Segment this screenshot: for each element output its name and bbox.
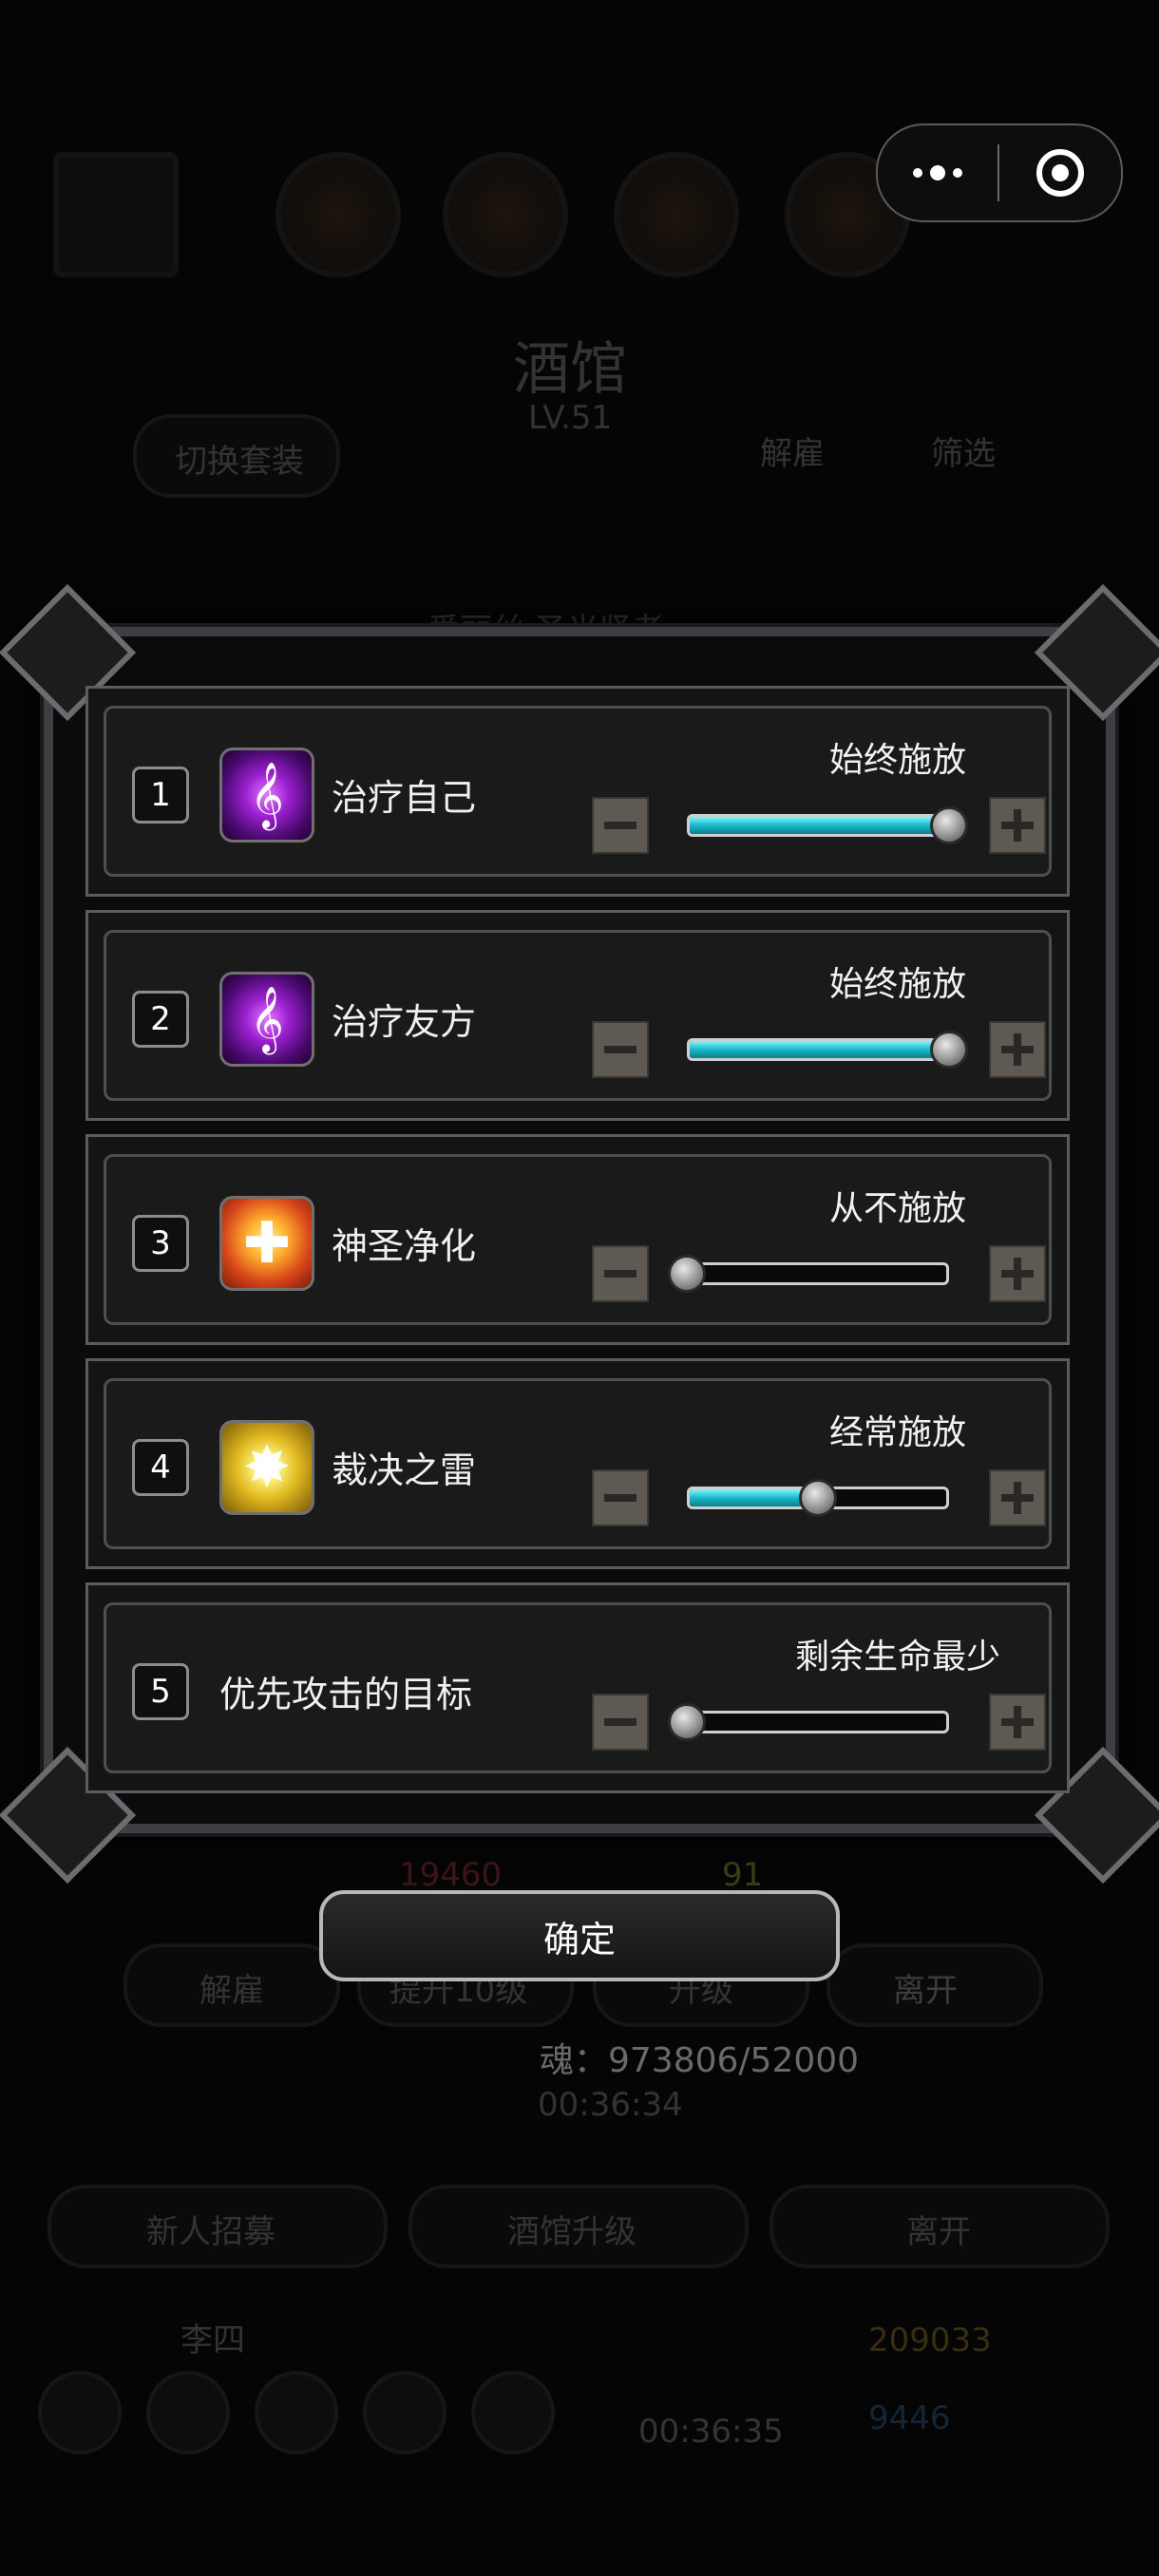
menu-icon-5 [471, 2371, 555, 2454]
plus-icon-v [1014, 1482, 1021, 1514]
slider-knob[interactable] [930, 806, 968, 844]
decrease-button[interactable] [592, 1469, 649, 1526]
skill-name: 优先攻击的目标 [219, 1674, 473, 1715]
equip-slot-1 [276, 152, 401, 277]
bg-dismiss-button: 解雇 [124, 1943, 340, 2027]
minus-icon [604, 822, 636, 829]
skill-row: 5 优先攻击的目标 剩余生命最少 [86, 1582, 1070, 1793]
holy-purify-icon: ✚ [219, 1196, 314, 1291]
dismiss-tab: 解雇 [760, 435, 825, 473]
decrease-button[interactable] [592, 1021, 649, 1078]
bg-timer-2: 00:36:35 [638, 2413, 784, 2451]
equip-slot-3 [614, 152, 739, 277]
decrease-button[interactable] [592, 1245, 649, 1302]
menu-icon-3 [255, 2371, 338, 2454]
soul-counter: 魂：973806/52000 [540, 2041, 860, 2080]
increase-button[interactable] [989, 1245, 1046, 1302]
plus-icon-v [1014, 1706, 1021, 1738]
decrease-button[interactable] [592, 1694, 649, 1751]
slider-fill [690, 817, 946, 834]
menu-icon-1 [38, 2371, 122, 2454]
tavern-upgrade-button: 酒馆升级 [408, 2185, 749, 2268]
minus-icon [604, 1270, 636, 1278]
confirm-button[interactable]: 确定 [319, 1890, 840, 1981]
equip-slot-2 [443, 152, 568, 277]
slider-knob[interactable] [668, 1703, 706, 1741]
slider-knob[interactable] [930, 1031, 968, 1069]
minus-icon [604, 1494, 636, 1502]
cast-mode-label: 从不施放 [828, 1189, 966, 1228]
hero-portrait [53, 152, 179, 277]
hero-level: LV.51 [528, 399, 613, 437]
skill-row: 1 𝄞 治疗自己 始终施放 [86, 686, 1070, 897]
slider-fill [690, 1041, 946, 1058]
cast-mode-label: 剩余生命最少 [794, 1638, 1000, 1676]
priority-number: 5 [132, 1663, 189, 1720]
increase-button[interactable] [989, 797, 1046, 854]
cast-frequency-slider[interactable] [687, 1711, 949, 1733]
priority-number: 4 [132, 1439, 189, 1496]
cast-frequency-slider[interactable] [687, 1038, 949, 1061]
cast-mode-label: 始终施放 [828, 965, 966, 1004]
skill-row: 4 ✸ 裁决之雷 经常施放 [86, 1358, 1070, 1569]
skill-rows: 1 𝄞 治疗自己 始终施放 2 𝄞 治疗友方 始终施放 3 ✚ 神圣净化 从不施放 4 ✸ 裁决之雷 经常施放… [86, 686, 1070, 1807]
heal-self-icon: 𝄞 [219, 748, 314, 843]
skill-name: 治疗自己 [332, 777, 477, 819]
cast-mode-label: 始终施放 [828, 741, 966, 780]
minus-icon [604, 1718, 636, 1726]
hero-title: 酒馆 [513, 336, 627, 403]
cast-frequency-slider[interactable] [687, 1262, 949, 1285]
cast-mode-label: 经常施放 [828, 1413, 966, 1452]
priority-number: 3 [132, 1215, 189, 1272]
filter-tab: 筛选 [931, 435, 996, 473]
minus-icon [604, 1046, 636, 1053]
bg-leave-button: 离开 [826, 1943, 1043, 2027]
bg-timer-1: 00:36:34 [538, 2086, 683, 2124]
gold-amount: 209033 [868, 2321, 992, 2359]
increase-button[interactable] [989, 1694, 1046, 1751]
menu-icon-4 [363, 2371, 446, 2454]
switch-set-button: 切换套装 [133, 414, 340, 498]
miniprogram-capsule [876, 123, 1123, 222]
increase-button[interactable] [989, 1469, 1046, 1526]
skill-name: 裁决之雷 [332, 1449, 477, 1491]
skill-row: 3 ✚ 神圣净化 从不施放 [86, 1134, 1070, 1345]
recruit-button: 新人招募 [48, 2185, 388, 2268]
priority-number: 2 [132, 991, 189, 1048]
hp-value: 19460 [399, 1856, 503, 1894]
increase-button[interactable] [989, 1021, 1046, 1078]
priority-number: 1 [132, 767, 189, 824]
plus-icon-v [1014, 1033, 1021, 1066]
slider-knob[interactable] [668, 1255, 706, 1293]
skill-name: 神圣净化 [332, 1225, 477, 1267]
more-dots-icon[interactable] [878, 125, 998, 220]
thunder-judgment-icon: ✸ [219, 1420, 314, 1515]
slider-knob[interactable] [799, 1479, 837, 1517]
gem-amount: 9446 [868, 2399, 951, 2437]
skill-row: 2 𝄞 治疗友方 始终施放 [86, 910, 1070, 1121]
skill-name: 治疗友方 [332, 1001, 477, 1043]
target-close-icon[interactable] [999, 125, 1121, 220]
decrease-button[interactable] [592, 797, 649, 854]
plus-icon-v [1014, 809, 1021, 842]
energy-value: 91 [722, 1856, 764, 1894]
leave-button: 离开 [770, 2185, 1110, 2268]
cast-frequency-slider[interactable] [687, 814, 949, 837]
plus-icon-v [1014, 1258, 1021, 1290]
menu-icon-2 [146, 2371, 230, 2454]
player-name: 李四 [180, 2321, 245, 2359]
heal-ally-icon: 𝄞 [219, 972, 314, 1067]
